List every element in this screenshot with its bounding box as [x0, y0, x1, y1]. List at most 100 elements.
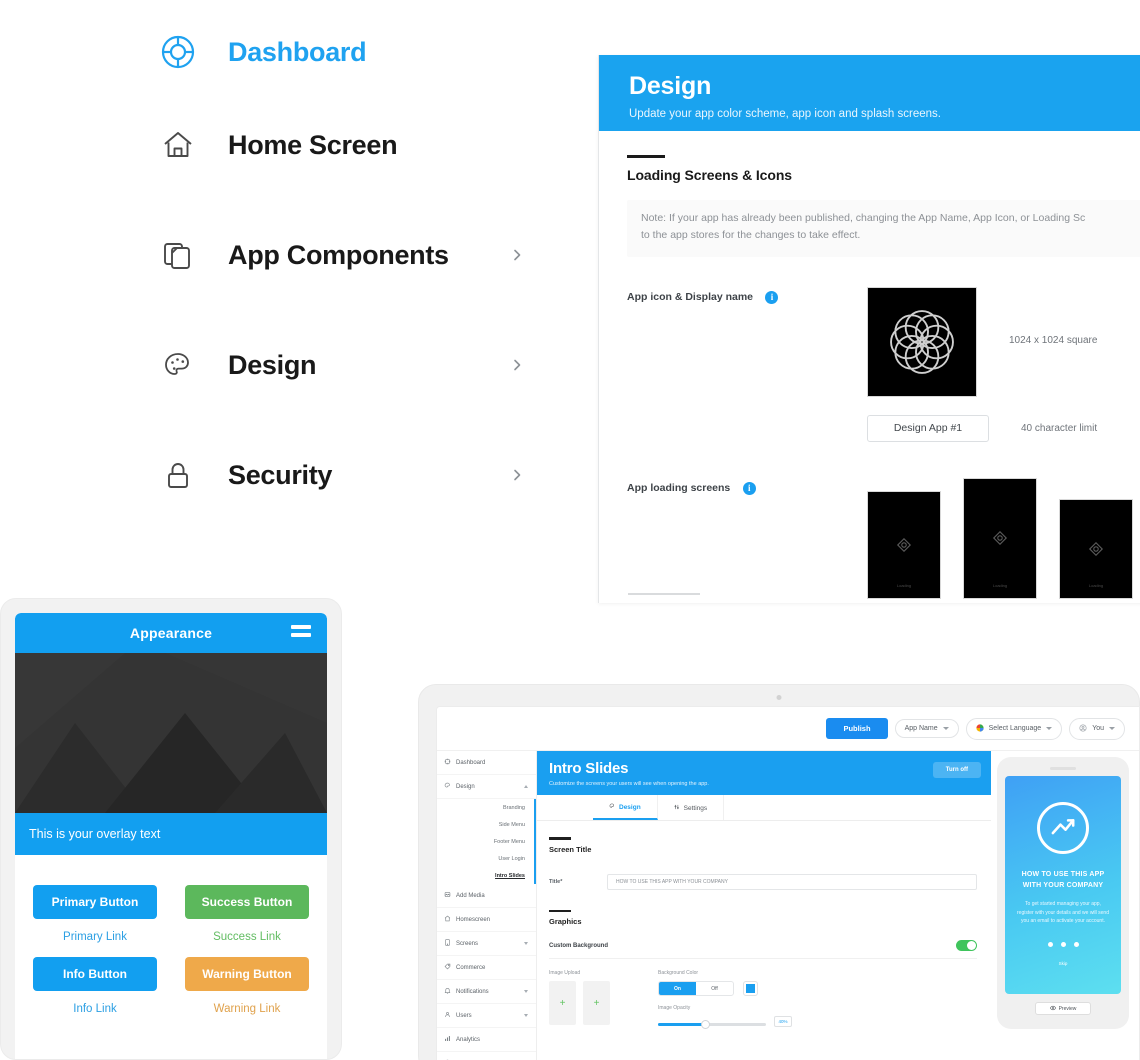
tab-label: Settings — [683, 804, 708, 812]
custom-background-row: Custom Background — [549, 940, 977, 959]
submenu-item-user-login[interactable]: User Login — [437, 850, 534, 867]
tablet-sidebar-label: Analytics — [456, 1036, 481, 1043]
image-upload-tile-2[interactable]: + — [583, 981, 610, 1025]
preview-button-label: Preview — [1058, 1005, 1077, 1012]
page-subtitle: Update your app color scheme, app icon a… — [629, 108, 941, 120]
tablet-sidebar-item-add-media[interactable]: Add Media — [437, 884, 536, 908]
sidebar-item-home-screen[interactable]: Home Screen — [150, 90, 550, 200]
preview-button[interactable]: Preview — [1035, 1002, 1091, 1015]
submenu-item-branding[interactable]: Branding — [437, 799, 534, 816]
screen-title-heading: Screen Title — [549, 844, 592, 854]
intro-slides-title: Intro Slides — [549, 760, 629, 777]
image-upload-tile-1[interactable]: + — [549, 981, 576, 1025]
tablet-sidebar-item-analytics[interactable]: Analytics — [437, 1028, 536, 1052]
primary-button[interactable]: Primary Button — [33, 885, 157, 919]
image-opacity-value[interactable]: 40% — [774, 1016, 792, 1027]
skip-link[interactable]: Skip — [1059, 961, 1068, 966]
sliders-icon — [674, 804, 680, 812]
lifebuoy-icon — [150, 32, 206, 72]
sidebar-item-design[interactable]: Design — [150, 310, 550, 420]
app-name-dropdown[interactable]: App Name — [894, 719, 959, 738]
screens-icon — [444, 939, 451, 948]
eye-icon — [1049, 1005, 1056, 1013]
tablet-sidebar-item-users[interactable]: Users — [437, 1004, 536, 1028]
sidebar-item-app-components[interactable]: App Components — [150, 200, 550, 310]
dashboard-icon — [444, 758, 451, 767]
tablet-sidebar-item-settings[interactable]: Settings — [437, 1052, 536, 1060]
tablet-sidebar-label: Commerce — [456, 964, 486, 971]
loading-screen-item[interactable]: Loading 640x960 i — [867, 490, 941, 603]
plus-icon: + — [593, 997, 600, 1009]
color-swatch[interactable] — [743, 981, 758, 996]
phone-topbar: Appearance — [15, 613, 327, 653]
chevron-up-icon — [524, 785, 528, 788]
tablet-sidebar-label: Add Media — [456, 892, 485, 899]
info-icon[interactable]: i — [742, 481, 756, 495]
info-button-cell: Info Button Info Link — [33, 957, 157, 1029]
publish-button[interactable]: Publish — [826, 718, 888, 739]
loading-screen-item[interactable]: Loading 1242x2208 i — [963, 477, 1037, 603]
tablet-sidebar-label: Design — [456, 783, 475, 790]
tab-design[interactable]: Design — [593, 795, 658, 820]
user-label: You — [1092, 725, 1104, 732]
tablet-sidebar-item-dashboard[interactable]: Dashboard — [437, 751, 536, 775]
loading-screens-list: Loading 640x960 i Loading 12 — [867, 477, 1140, 603]
media-icon — [444, 891, 451, 900]
hamburger-icon[interactable] — [291, 625, 311, 641]
background-color-segmented[interactable]: On Off — [658, 981, 734, 996]
layers-icon — [150, 235, 206, 275]
success-button[interactable]: Success Button — [185, 885, 309, 919]
design-settings-panel: Design Update your app color scheme, app… — [598, 55, 1140, 603]
sidebar-item-dashboard[interactable]: Dashboard — [150, 14, 550, 90]
user-menu[interactable]: You — [1069, 717, 1125, 740]
success-link[interactable]: Success Link — [185, 931, 309, 943]
intro-slide-phone-preview: HOW TO USE THIS APP WITH YOUR COMPANY To… — [997, 757, 1129, 1029]
loading-screen-item[interactable]: Loading 1536x2048 i — [1059, 498, 1133, 603]
tablet-sidebar-item-screens[interactable]: Screens — [437, 932, 536, 956]
tab-settings[interactable]: Settings — [658, 795, 725, 820]
title-input[interactable]: HOW TO USE THIS APP WITH YOUR COMPANY — [607, 873, 977, 890]
language-dropdown[interactable]: Select Language — [965, 717, 1063, 740]
graphics-heading: Graphics — [549, 917, 582, 926]
tablet-sidebar: Dashboard Design Branding Side Menu Foot… — [437, 751, 537, 1060]
sidebar-item-security[interactable]: Security — [150, 420, 550, 530]
chevron-right-icon — [510, 468, 524, 482]
sidebar-item-label: App Components — [228, 239, 449, 270]
warning-button[interactable]: Warning Button — [185, 957, 309, 991]
warning-link[interactable]: Warning Link — [185, 1003, 309, 1015]
phone-hero-image — [15, 653, 327, 813]
bg-on-option[interactable]: On — [659, 982, 696, 995]
phone-preview-mockup: Appearance This is your overlay text Pri… — [0, 598, 342, 1060]
sidebar-item-label: Home Screen — [228, 129, 398, 160]
custom-background-toggle[interactable] — [956, 940, 977, 951]
chevron-down-icon — [1109, 727, 1115, 730]
tablet-sidebar-item-commerce[interactable]: Commerce — [437, 956, 536, 980]
info-button[interactable]: Info Button — [33, 957, 157, 991]
home-icon — [150, 125, 206, 165]
slide-pagination-dots[interactable] — [1047, 941, 1079, 947]
turn-off-button[interactable]: Turn off — [932, 762, 981, 778]
primary-link[interactable]: Primary Link — [33, 931, 157, 943]
info-link[interactable]: Info Link — [33, 1003, 157, 1015]
main-sidebar-nav: Dashboard Home Screen App Components Des… — [150, 14, 550, 530]
tablet-sidebar-item-design[interactable]: Design — [437, 775, 536, 799]
tablet-sidebar-label: Notifications — [456, 988, 489, 995]
phone-screen: Appearance This is your overlay text Pri… — [15, 613, 327, 1059]
tablet-sidebar-item-homescreen[interactable]: Homescreen — [437, 908, 536, 932]
char-limit-hint: 40 character limit — [1021, 422, 1098, 434]
app-icon-preview[interactable] — [867, 286, 977, 397]
display-name-input[interactable]: Design App #1 — [867, 414, 989, 442]
plus-icon: + — [559, 997, 566, 1009]
graphics-section: Graphics Custom Background Image Upload … — [537, 890, 991, 1029]
info-icon[interactable]: i — [765, 290, 779, 304]
tablet-sidebar-label: Users — [456, 1012, 472, 1019]
submenu-item-footer-menu[interactable]: Footer Menu — [437, 833, 534, 850]
slider-knob[interactable] — [701, 1020, 711, 1029]
submenu-item-side-menu[interactable]: Side Menu — [437, 816, 534, 833]
submenu-item-intro-slides[interactable]: Intro Slides — [437, 867, 534, 884]
tablet-sidebar-label: Dashboard — [456, 759, 486, 766]
next-section-rule — [628, 593, 700, 595]
image-opacity-slider[interactable] — [658, 1020, 766, 1029]
bg-off-option[interactable]: Off — [696, 982, 733, 995]
tablet-sidebar-item-notifications[interactable]: Notifications — [437, 980, 536, 1004]
